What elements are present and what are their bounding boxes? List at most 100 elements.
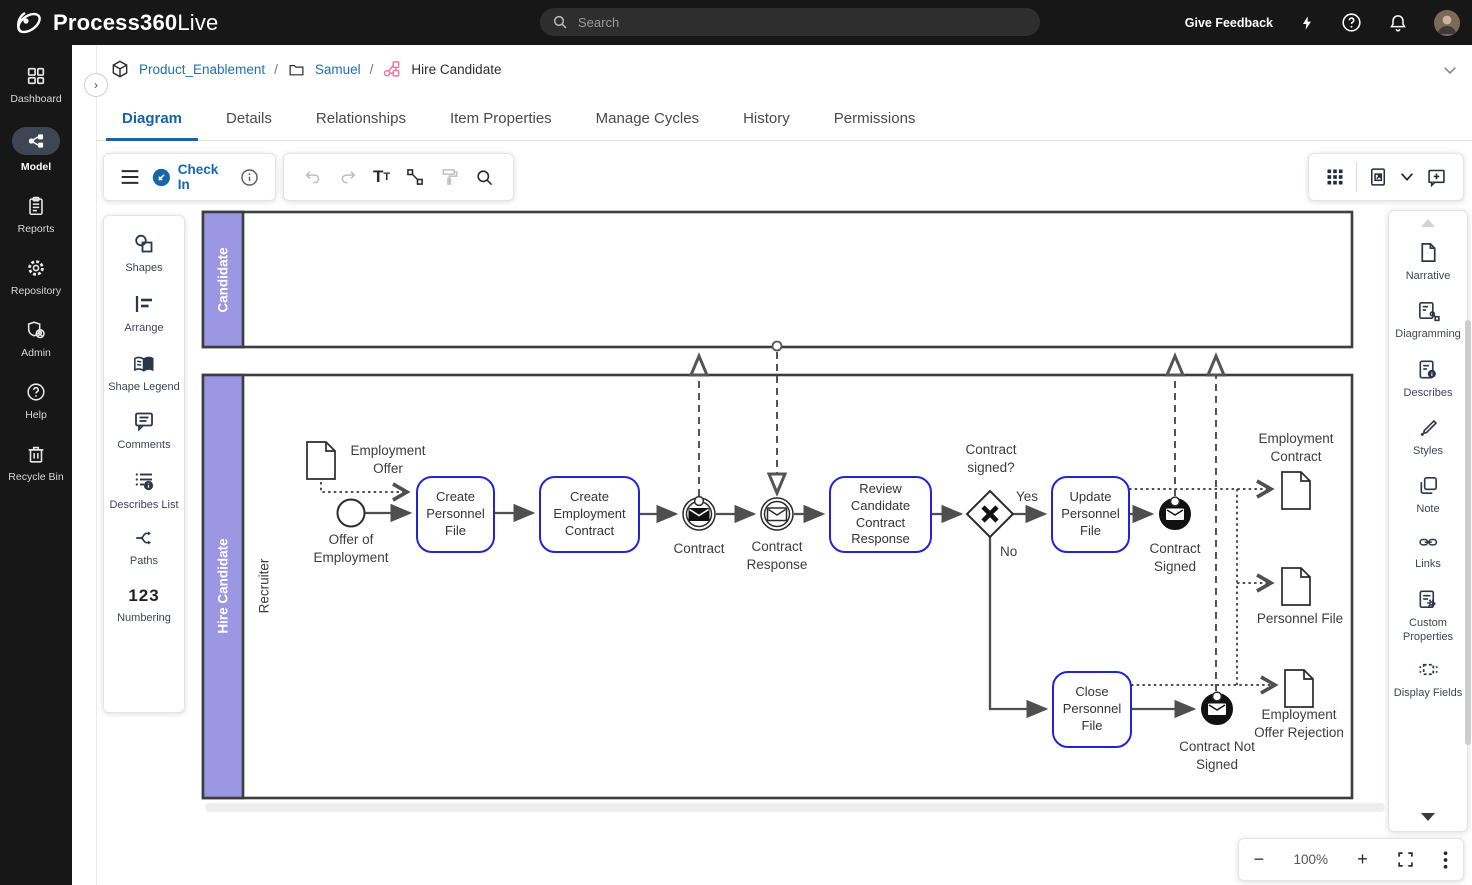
tab-history[interactable]: History (733, 97, 800, 141)
panel-label: Links (1415, 557, 1441, 571)
breadcrumb-separator: / (370, 62, 374, 77)
redo-icon[interactable] (338, 168, 358, 186)
tool-describes-list[interactable]: Describes List (104, 469, 184, 512)
tool-arrange[interactable]: Arrange (104, 292, 184, 335)
sidebar-label: Dashboard (10, 93, 61, 105)
add-comment-icon[interactable] (1426, 167, 1447, 188)
tab-details[interactable]: Details (216, 97, 282, 141)
panel-display-fields[interactable]: Display Fields (1389, 658, 1467, 700)
export-diagram-icon[interactable] (1368, 166, 1388, 188)
panel-label: Display Fields (1394, 686, 1462, 700)
admin-icon (25, 319, 47, 341)
sidebar-label: Model (21, 161, 51, 173)
tab-diagram[interactable]: Diagram (112, 97, 192, 141)
label-offer-of-employment: Offer of Employment (303, 531, 399, 566)
breadcrumb-separator: / (274, 62, 278, 77)
search-input[interactable] (576, 14, 1028, 31)
panel-scroll-down-icon[interactable] (1421, 813, 1435, 821)
label-gateway-yes: Yes (1016, 488, 1048, 506)
tool-numbering[interactable]: 123 Numbering (104, 586, 184, 625)
task-label-close-personnel-file[interactable]: Close Personnel File (1053, 672, 1131, 747)
global-search[interactable] (540, 8, 1040, 36)
panel-label: Narrative (1406, 269, 1451, 283)
sidebar-item-recycle-bin[interactable]: Recycle Bin (0, 443, 72, 483)
panel-describes[interactable]: Describes (1389, 358, 1467, 400)
sidebar-label: Help (25, 409, 47, 421)
sidebar-label: Repository (11, 285, 61, 297)
tool-shape-legend[interactable]: Shape Legend (104, 353, 184, 394)
give-feedback-button[interactable]: Give Feedback (1185, 16, 1273, 30)
task-label-review-candidate-contract-response[interactable]: Review Candidate Contract Response (830, 477, 931, 552)
zoom-level[interactable]: 100% (1293, 852, 1328, 867)
breadcrumb-root-link[interactable]: Product_Enablement (139, 62, 265, 77)
panel-note[interactable]: Note (1389, 474, 1467, 516)
display-fields-icon (1417, 658, 1440, 681)
tool-label: Describes List (109, 498, 178, 512)
tab-relationships[interactable]: Relationships (306, 97, 416, 141)
sidebar-item-help[interactable]: Help (0, 381, 72, 421)
lane-label-recruiter: Recruiter (257, 559, 272, 614)
describes-list-icon (132, 469, 156, 493)
expand-panel-button[interactable]: › (84, 73, 108, 97)
task-label-create-employment-contract[interactable]: Create Employment Contract (540, 477, 639, 552)
tab-item-properties[interactable]: Item Properties (440, 97, 562, 141)
note-icon (1417, 474, 1440, 497)
help-icon[interactable] (1341, 12, 1362, 33)
notifications-icon[interactable] (1388, 12, 1408, 33)
breadcrumb-folder-link[interactable]: Samuel (315, 62, 361, 77)
left-divider (96, 45, 97, 885)
sidebar-item-reports[interactable]: Reports (0, 195, 72, 235)
text-tool-icon[interactable]: TT (373, 167, 390, 187)
sidebar-item-model[interactable]: Model (0, 127, 72, 173)
quick-actions-icon[interactable] (1299, 13, 1315, 33)
task-label-update-personnel-file[interactable]: Update Personnel File (1052, 477, 1129, 552)
sidebar-item-dashboard[interactable]: Dashboard (0, 65, 72, 105)
breadcrumb-collapse-icon[interactable] (1442, 65, 1458, 77)
menu-icon[interactable] (120, 169, 140, 185)
zoom-out-button[interactable]: − (1254, 849, 1265, 870)
panel-links[interactable]: Links (1389, 532, 1467, 571)
panel-label: Styles (1413, 444, 1443, 458)
panel-scroll-up-icon[interactable] (1421, 219, 1435, 227)
sidebar-item-admin[interactable]: Admin (0, 319, 72, 359)
undo-icon[interactable] (303, 168, 323, 186)
zoom-controls: − 100% + (1238, 838, 1464, 881)
format-painter-icon[interactable] (440, 167, 460, 187)
help-circle-icon (25, 381, 47, 403)
panel-narrative[interactable]: Narrative (1389, 241, 1467, 283)
canvas-search-icon[interactable] (475, 168, 494, 187)
info-icon[interactable] (240, 168, 259, 187)
comments-icon (132, 409, 156, 433)
tab-bar: Diagram Details Relationships Item Prope… (96, 97, 1472, 141)
tab-permissions[interactable]: Permissions (824, 97, 926, 141)
tab-manage-cycles[interactable]: Manage Cycles (586, 97, 709, 141)
export-options-chevron-icon[interactable] (1399, 171, 1415, 183)
tool-shapes[interactable]: Shapes (104, 232, 184, 275)
vertical-scrollbar[interactable] (1465, 320, 1471, 745)
connector-tool-icon[interactable] (405, 167, 425, 187)
links-icon (1416, 532, 1441, 552)
fullscreen-icon[interactable] (1397, 851, 1414, 868)
primary-sidebar: Dashboard Model Reports Repository Admin (0, 45, 72, 885)
model-icon (12, 127, 60, 155)
horizontal-scrollbar[interactable] (205, 803, 1385, 812)
user-avatar[interactable] (1434, 10, 1460, 36)
sidebar-item-repository[interactable]: Repository (0, 257, 72, 297)
check-in-button[interactable]: Check In (152, 162, 228, 192)
toolbar-divider (1356, 162, 1357, 192)
diagram-item-icon (382, 59, 402, 79)
tool-paths[interactable]: Paths (104, 527, 184, 568)
pool-label-hire-candidate: Hire Candidate (216, 538, 231, 633)
panel-diagramming[interactable]: Diagramming (1389, 299, 1467, 341)
label-contract-signed: Contract Signed (1133, 540, 1217, 575)
panel-styles[interactable]: Styles (1389, 416, 1467, 458)
grid-view-icon[interactable] (1325, 167, 1345, 187)
tool-comments[interactable]: Comments (104, 409, 184, 452)
more-options-icon[interactable] (1443, 851, 1448, 869)
panel-custom-properties[interactable]: Custom Properties (1389, 588, 1467, 645)
task-label-create-personnel-file[interactable]: Create Personnel File (417, 477, 494, 552)
zoom-in-button[interactable]: + (1357, 849, 1368, 870)
app-logo[interactable]: Process360Live (14, 8, 219, 38)
styles-icon (1417, 416, 1440, 439)
app-title: Process360Live (53, 10, 219, 36)
